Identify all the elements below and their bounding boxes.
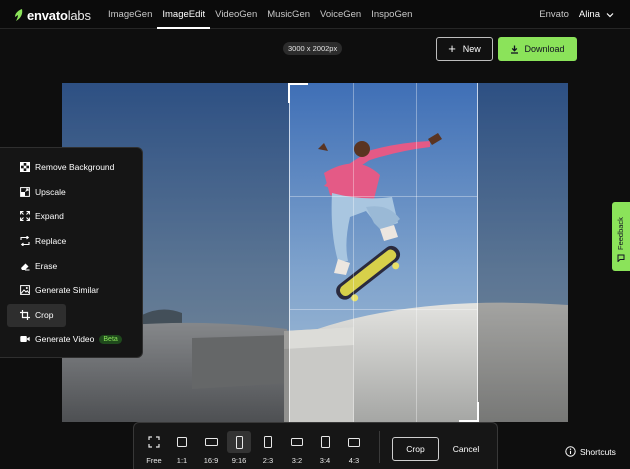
video-icon — [20, 336, 30, 343]
image-dimensions-badge: 3000 x 2002px — [283, 42, 343, 55]
new-button[interactable]: + New — [436, 37, 493, 61]
tool-label: Crop — [35, 309, 54, 320]
ratio-3-4-icon — [320, 436, 330, 448]
crop-grid-line — [290, 196, 477, 197]
download-button-label: Download — [524, 44, 565, 54]
ratio-3-2-icon — [291, 438, 303, 446]
tool-upscale[interactable]: Upscale — [0, 180, 142, 205]
ratio-label: 1:1 — [176, 456, 188, 465]
chat-bubble-icon — [617, 254, 625, 262]
ratio-icon-wrap — [342, 431, 366, 453]
ratio-label: 3:2 — [291, 456, 303, 465]
user-menu[interactable]: Alina — [579, 9, 600, 20]
toolbar-divider — [379, 431, 380, 463]
account-area: Envato Alina — [539, 0, 614, 29]
tool-expand[interactable]: Expand — [0, 204, 142, 229]
ratio-2-3-icon — [264, 436, 272, 448]
free-crop-icon — [148, 436, 160, 448]
ratio-9-16-icon — [235, 435, 243, 449]
tool-erase[interactable]: Erase — [0, 253, 142, 278]
ratio-label: 9:16 — [231, 456, 247, 465]
crop-grid-line — [353, 83, 354, 422]
crop-grid-line — [416, 83, 417, 422]
tool-remove-background[interactable]: Remove Background — [0, 155, 142, 180]
main-nav: ImageGen ImageEdit VideoGen MusicGen Voi… — [103, 0, 417, 29]
tool-crop[interactable]: Crop — [0, 303, 142, 328]
ratio-free-icon-wrap — [142, 431, 166, 453]
ratio-icon-wrap — [313, 431, 337, 453]
ratio-icon-wrap — [285, 431, 309, 453]
tool-label: Expand — [35, 211, 64, 222]
ratio-icon-wrap — [170, 431, 194, 453]
plus-icon: + — [448, 41, 456, 56]
tool-label: Erase — [35, 260, 58, 271]
tool-label: Replace — [35, 236, 67, 247]
cancel-crop-button[interactable]: Cancel — [449, 437, 483, 461]
checker-icon — [20, 162, 30, 173]
ratio-2-3[interactable]: 2:3 — [255, 431, 281, 467]
ratio-4-3[interactable]: 4:3 — [341, 431, 367, 467]
crop-overlay-right — [478, 83, 568, 422]
ratio-icon-wrap — [256, 431, 280, 453]
ratio-1-1[interactable]: 1:1 — [169, 431, 195, 467]
apply-crop-button[interactable]: Crop — [392, 437, 439, 461]
crop-handle-bottom-right[interactable] — [459, 402, 479, 422]
nav-inspogen[interactable]: InspoGen — [366, 0, 417, 29]
nav-musicgen[interactable]: MusicGen — [262, 0, 315, 29]
eraser-icon — [21, 263, 30, 271]
info-icon — [565, 446, 576, 457]
image-stack-icon — [20, 285, 30, 296]
leaf-logo-icon — [15, 9, 23, 21]
tool-label: Remove Background — [35, 162, 115, 173]
crop-grid-line — [290, 309, 477, 310]
crop-icon — [20, 309, 30, 320]
ratio-16-9-icon — [204, 438, 218, 446]
envato-link[interactable]: Envato — [539, 9, 569, 20]
chevron-down-icon[interactable] — [606, 11, 614, 19]
ratio-label: 16:9 — [203, 456, 219, 465]
new-button-label: New — [462, 44, 481, 54]
download-icon — [511, 45, 519, 54]
ratio-label: Free — [146, 456, 162, 465]
upscale-icon — [20, 186, 30, 197]
ratio-3-4[interactable]: 3:4 — [312, 431, 338, 467]
envato-labs-logo[interactable]: envatolabs — [13, 7, 91, 23]
tool-label: Upscale — [35, 186, 66, 197]
feedback-label: Feedback — [616, 217, 625, 250]
feedback-tab[interactable]: Feedback — [612, 202, 630, 271]
beta-badge: Beta — [99, 334, 122, 344]
ratio-3-2[interactable]: 3:2 — [284, 431, 310, 467]
nav-voicegen[interactable]: VoiceGen — [315, 0, 366, 29]
ratio-9-16[interactable]: 9:16 — [226, 431, 252, 467]
crop-handle-top-left[interactable] — [288, 83, 308, 103]
tool-label: Generate Similar — [35, 285, 99, 296]
nav-imageedit[interactable]: ImageEdit — [157, 0, 211, 29]
ratio-label: 3:4 — [319, 456, 331, 465]
ratio-4-3-icon — [348, 437, 360, 447]
crop-selection[interactable] — [288, 83, 479, 422]
shortcuts-button[interactable]: Shortcuts — [565, 446, 616, 457]
ratio-free[interactable]: Free — [141, 431, 167, 467]
edit-tools-panel: Remove Background Upscale Expand Replace… — [0, 147, 143, 358]
logo-text: envatolabs — [27, 7, 91, 23]
top-bar: envatolabs ImageGen ImageEdit VideoGen M… — [0, 0, 630, 29]
replace-icon — [20, 236, 30, 247]
expand-icon — [20, 211, 30, 222]
nav-imagegen[interactable]: ImageGen — [103, 0, 157, 29]
ratio-icon-wrap — [199, 431, 223, 453]
tool-generate-video[interactable]: Generate Video Beta — [0, 327, 142, 352]
download-button[interactable]: Download — [498, 37, 577, 61]
shortcuts-label: Shortcuts — [580, 446, 616, 457]
ratio-16-9[interactable]: 16:9 — [198, 431, 224, 467]
tool-generate-similar[interactable]: Generate Similar — [0, 278, 142, 303]
ratio-1-1-icon — [177, 437, 187, 447]
ratio-label: 4:3 — [348, 456, 360, 465]
crop-ratio-toolbar: Free 1:1 16:9 9:16 2:3 3:2 3:4 4:3 Crop … — [133, 422, 498, 469]
nav-videogen[interactable]: VideoGen — [210, 0, 262, 29]
tool-label: Generate Video — [35, 334, 95, 345]
ratio-label: 2:3 — [262, 456, 274, 465]
tool-replace[interactable]: Replace — [0, 229, 142, 254]
ratio-icon-wrap — [227, 431, 251, 453]
